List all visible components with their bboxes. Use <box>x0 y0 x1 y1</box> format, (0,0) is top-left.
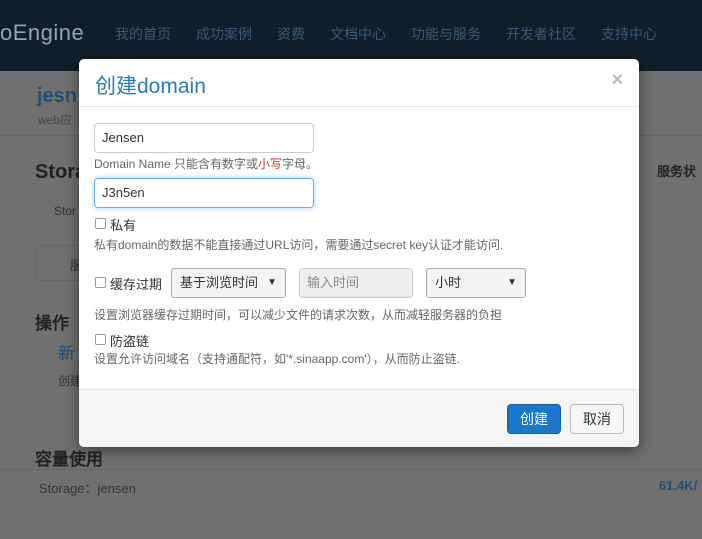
hotlink-checkbox[interactable] <box>95 334 106 345</box>
modal-footer: 创建 取消 <box>79 389 639 447</box>
close-icon[interactable]: × <box>611 70 623 90</box>
private-checkbox[interactable] <box>95 218 106 229</box>
cache-time-input[interactable]: 输入时间 <box>299 268 413 298</box>
cache-mode-select[interactable]: 基于浏览时间 ▼ <box>171 268 286 298</box>
cache-unit-select[interactable]: 小时 ▼ <box>426 268 526 298</box>
divider <box>0 469 702 470</box>
nav-item-pricing[interactable]: 资费 <box>277 24 305 44</box>
caret-down-icon: ▼ <box>267 277 277 288</box>
caret-down-icon: ▼ <box>507 277 517 288</box>
nav-item-docs[interactable]: 文档中心 <box>330 24 386 44</box>
capacity-heading: 容量使用 <box>35 450 103 469</box>
operations-heading: 操作 <box>35 314 69 333</box>
domain-help-highlight: 小写 <box>258 157 283 171</box>
domain-name-input[interactable]: Jensen <box>94 123 314 153</box>
create-button[interactable]: 创建 <box>507 404 561 434</box>
service-status-label: 服务状 <box>657 164 697 179</box>
cache-expiry-checkbox[interactable] <box>95 277 106 288</box>
storage-tab[interactable]: Stor <box>54 204 76 218</box>
cache-help: 设置浏览器缓存过期时间，可以减少文件的请求次数，从而减轻服务器的负担 <box>94 308 503 322</box>
storage-row-value: 61.4K/ <box>659 478 698 493</box>
cache-expiry-label: 缓存过期 <box>110 277 163 292</box>
app-name: jesn <box>37 85 78 107</box>
modal-header: 创建domain × <box>79 59 639 107</box>
storage-row-label: Storage：jensen <box>39 481 136 496</box>
secret-key-input[interactable]: J3n5en <box>94 178 314 208</box>
nav-item-community[interactable]: 开发者社区 <box>506 24 576 44</box>
domain-help-suffix: 字母。 <box>282 157 319 171</box>
modal-body: Jensen Domain Name 只能含有数字或小写字母。 J3n5en 私… <box>79 107 639 388</box>
cancel-button[interactable]: 取消 <box>570 404 624 434</box>
nav-item-support[interactable]: 支持中心 <box>601 24 657 44</box>
nav-item-features[interactable]: 功能与服务 <box>411 24 481 44</box>
hotlink-help: 设置允许访问域名（支持通配符，如'*.sinaapp.com'），从而防止盗链. <box>94 352 460 366</box>
hotlink-label: 防盗链 <box>110 334 150 349</box>
private-label: 私有 <box>110 218 137 233</box>
new-link[interactable]: 新 <box>58 339 75 364</box>
domain-name-help: Domain Name 只能含有数字或小写字母。 <box>94 155 318 172</box>
private-help: 私有domain的数据不能直接通过URL访问，需要通过secret key认证才… <box>94 238 504 252</box>
app-subtitle: web应 <box>38 113 73 127</box>
modal-title: 创建domain <box>95 75 206 98</box>
domain-help-prefix: Domain Name 只能含有数字或 <box>94 157 259 171</box>
brand-logo: oEngine <box>0 20 85 45</box>
cache-mode-value: 基于浏览时间 <box>180 275 259 290</box>
nav-item-home[interactable]: 我的首页 <box>115 24 171 44</box>
create-domain-modal: 创建domain × Jensen Domain Name 只能含有数字或小写字… <box>79 59 639 447</box>
nav-item-cases[interactable]: 成功案例 <box>196 24 252 44</box>
cache-unit-value: 小时 <box>435 275 462 290</box>
main-nav: 我的首页 成功案例 资费 文档中心 功能与服务 开发者社区 支持中心 <box>115 24 657 44</box>
